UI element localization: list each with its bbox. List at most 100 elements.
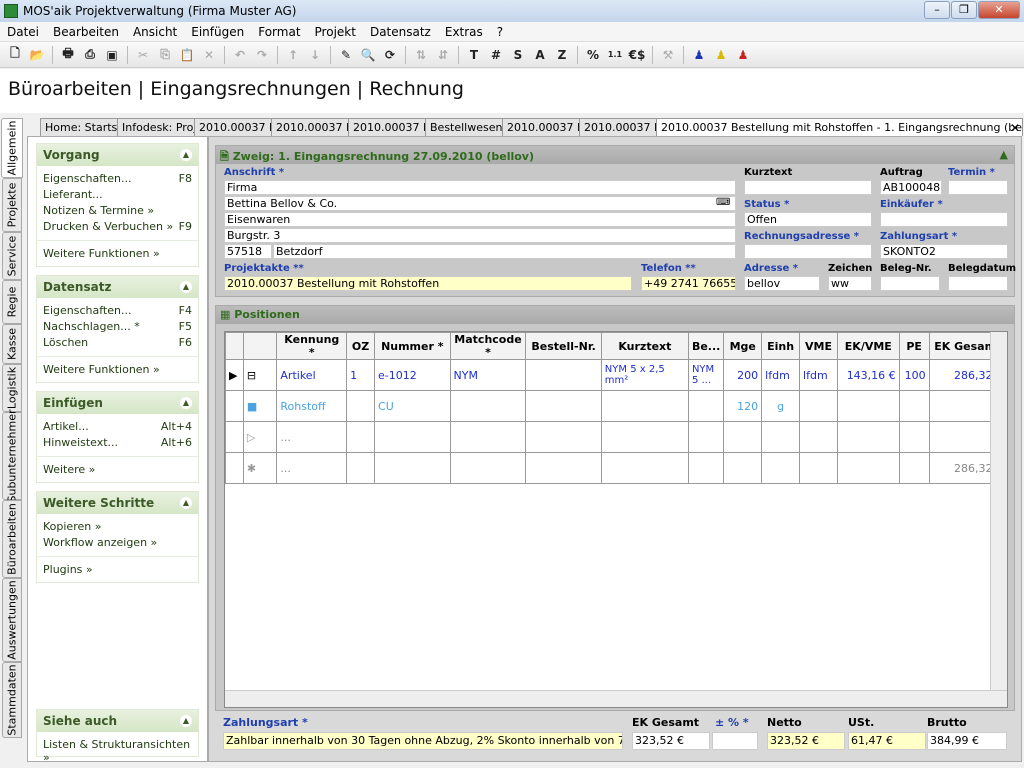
addr-line-2[interactable]: Bettina Bellov & Co.: [224, 196, 736, 211]
card-header[interactable]: Vorgang ▲: [37, 144, 198, 166]
card-header[interactable]: Einfügen ▲: [37, 392, 198, 414]
refresh-icon[interactable]: ⟳: [379, 44, 401, 66]
user-yellow-icon[interactable]: ♟: [710, 44, 732, 66]
cell-kennung[interactable]: ...: [276, 421, 348, 453]
tab-doc-4[interactable]: 2010.00037 B: [502, 118, 580, 136]
ekgesamt-field[interactable]: 323,52 €: [632, 732, 710, 750]
print-icon[interactable]: 🖶: [57, 44, 79, 66]
menu-help[interactable]: ?: [490, 25, 510, 39]
numbering-icon[interactable]: 1.1: [604, 44, 626, 66]
move-up-icon[interactable]: ↑: [282, 44, 304, 66]
currency-button[interactable]: €$: [626, 44, 648, 66]
cell-pe[interactable]: 100: [898, 359, 930, 391]
belegnr-field[interactable]: [880, 276, 940, 291]
card-header[interactable]: Siehe auch ▲: [37, 710, 198, 732]
action-loeschen[interactable]: Löschen F6: [37, 336, 198, 352]
cell-nummer[interactable]: e-1012: [374, 359, 451, 391]
cell-einh[interactable]: lfdm: [761, 359, 801, 391]
col-einh[interactable]: Einh: [761, 332, 801, 360]
adresse-field[interactable]: bellov: [744, 276, 820, 291]
vtab-auswertungen[interactable]: Auswertungen: [2, 578, 22, 662]
vertical-scrollbar[interactable]: [990, 332, 1007, 707]
collapse-icon[interactable]: ▲: [180, 715, 192, 727]
menu-format[interactable]: Format: [251, 25, 307, 39]
collapse-icon[interactable]: ▲: [180, 281, 192, 293]
col-oz[interactable]: OZ: [346, 332, 376, 360]
move-down-icon[interactable]: ↓: [304, 44, 326, 66]
edit-icon[interactable]: ✎: [335, 44, 357, 66]
tools-icon[interactable]: ⚒: [657, 44, 679, 66]
menu-einfuegen[interactable]: Einfügen: [184, 25, 251, 39]
table-row[interactable]: ■ Rohstoff CU 120 g: [225, 390, 1007, 422]
print-preview-icon[interactable]: ⎙: [79, 44, 101, 66]
kurztext-field[interactable]: [744, 180, 872, 195]
zahlungsart-field[interactable]: SKONTO2: [880, 244, 1008, 259]
col-ekvme[interactable]: EK/VME: [836, 332, 900, 360]
tab-home[interactable]: Home: Startse: [40, 118, 118, 136]
menu-projekt[interactable]: Projekt: [308, 25, 363, 39]
ort-field[interactable]: Betzdorf: [273, 244, 736, 259]
vtab-allgemein[interactable]: Allgemein: [1, 118, 23, 178]
action-drucken[interactable]: Drucken & Verbuchen » F9: [37, 220, 198, 236]
brutto-field[interactable]: 384,99 €: [927, 732, 1007, 750]
undo-icon[interactable]: ↶: [229, 44, 251, 66]
vtab-service[interactable]: Service: [2, 232, 22, 280]
action-lieferant[interactable]: Lieferant...: [37, 188, 198, 204]
action-workflow[interactable]: Workflow anzeigen »: [37, 536, 198, 552]
tab-close-icon[interactable]: ✕: [1010, 121, 1020, 135]
action-more[interactable]: Weitere Funktionen »: [37, 356, 198, 380]
pct-field[interactable]: [712, 732, 758, 750]
open-icon[interactable]: 📂: [26, 44, 48, 66]
col-nummer[interactable]: Nummer *: [374, 332, 451, 360]
projektakte-field[interactable]: 2010.00037 Bestellung mit Rohstoffen: [224, 276, 632, 291]
cell-be[interactable]: NYM 5 ...: [687, 359, 725, 391]
zahlungsart-text[interactable]: Zahlbar innerhalb von 30 Tagen ohne Abzu…: [223, 732, 623, 750]
addr-line-3[interactable]: Eisenwaren: [224, 212, 736, 227]
tab-infodesk[interactable]: Infodesk: Proj: [117, 118, 195, 136]
col-vme[interactable]: VME: [799, 332, 838, 360]
rechnungsadresse-field[interactable]: [744, 244, 872, 259]
maximize-button[interactable]: ❐: [951, 1, 977, 19]
col-mge[interactable]: Mge: [723, 332, 763, 360]
belegdatum-field[interactable]: [948, 276, 1008, 291]
addr-line-4[interactable]: Burgstr. 3: [224, 228, 736, 243]
menu-ansicht[interactable]: Ansicht: [126, 25, 184, 39]
text-s-button[interactable]: S: [507, 44, 529, 66]
cell-matchcode[interactable]: NYM: [449, 359, 527, 391]
action-more[interactable]: Weitere »: [37, 456, 198, 480]
close-button[interactable]: ✕: [978, 1, 1020, 19]
action-more[interactable]: Weitere Funktionen »: [37, 240, 198, 264]
auftrag-field[interactable]: AB100048: [880, 180, 942, 195]
telefon-field[interactable]: +49 2741 76655: [641, 276, 736, 291]
ust-field[interactable]: 61,47 €: [848, 732, 926, 750]
menu-bearbeiten[interactable]: Bearbeiten: [46, 25, 126, 39]
addr-line-1[interactable]: Firma: [224, 180, 736, 195]
action-notizen[interactable]: Notizen & Termine »: [37, 204, 198, 220]
paste-icon[interactable]: 📋: [176, 44, 198, 66]
vtab-projekte[interactable]: Projekte: [2, 178, 22, 232]
col-pe[interactable]: PE: [898, 332, 930, 360]
user-red-icon[interactable]: ♟: [732, 44, 754, 66]
cell-nummer[interactable]: CU: [374, 390, 451, 422]
delete-icon[interactable]: ✕: [198, 44, 220, 66]
action-nachschlagen[interactable]: Nachschlagen... * F5: [37, 320, 198, 336]
col-kennung[interactable]: Kennung *: [276, 332, 348, 360]
vtab-subunternehmer[interactable]: Subunternehmer: [2, 409, 22, 503]
minimize-button[interactable]: –: [924, 1, 950, 19]
sort-alt-icon[interactable]: ⇵: [432, 44, 454, 66]
tab-doc-2[interactable]: 2010.00037 B: [271, 118, 349, 136]
table-row[interactable]: ▷ ...: [225, 421, 1007, 453]
redo-icon[interactable]: ↷: [251, 44, 273, 66]
percent-button[interactable]: %: [582, 44, 604, 66]
action-kopieren[interactable]: Kopieren »: [37, 520, 198, 536]
action-artikel[interactable]: Artikel... Alt+4: [37, 420, 198, 436]
collapse-icon[interactable]: ▲: [1000, 148, 1008, 161]
number-button[interactable]: #: [485, 44, 507, 66]
menu-datensatz[interactable]: Datensatz: [363, 25, 438, 39]
horizontal-scrollbar[interactable]: [225, 690, 1007, 707]
cell-kennung[interactable]: ...: [276, 452, 348, 484]
address-book-icon[interactable]: ⌨: [716, 197, 730, 208]
tab-active[interactable]: 2010.00037 Bestellung mit Rohstoffen - 1…: [656, 118, 1023, 136]
einkaeufer-field[interactable]: [880, 212, 1008, 227]
tab-bestellwesen[interactable]: Bestellwesen:: [425, 118, 503, 136]
